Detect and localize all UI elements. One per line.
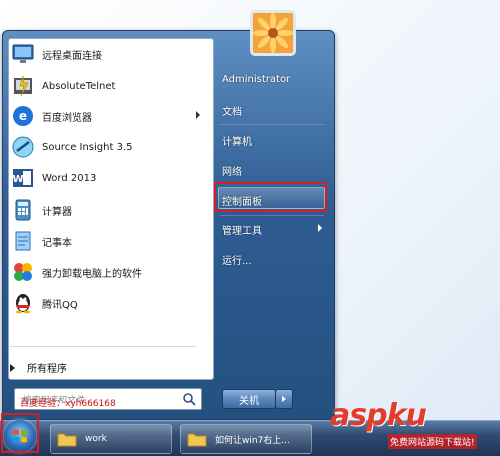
watermark-logo: aspku	[330, 398, 427, 433]
notepad-icon	[10, 228, 36, 254]
all-programs-button[interactable]: 所有程序	[10, 360, 67, 375]
right-item-computer[interactable]: 计算机	[222, 133, 252, 148]
qq-icon	[10, 290, 36, 316]
shutdown-options-button[interactable]	[275, 389, 293, 409]
calculator-icon	[10, 197, 36, 223]
annotation-text: 百度经验：xyh666168	[20, 399, 116, 409]
svg-text:e: e	[19, 109, 27, 123]
program-item-word[interactable]: W Word 2013	[10, 163, 206, 193]
right-item-user[interactable]: Administrator	[222, 74, 290, 85]
program-label: Source Insight 3.5	[42, 141, 133, 153]
flower-icon	[253, 13, 293, 53]
program-label: 远程桌面连接	[42, 50, 102, 62]
word-icon: W	[10, 165, 36, 191]
right-item-network[interactable]: 网络	[222, 163, 242, 178]
program-item-uninstaller[interactable]: 强力卸载电脑上的软件	[10, 257, 206, 287]
program-label: 计算器	[42, 206, 72, 218]
all-programs-label: 所有程序	[27, 364, 67, 375]
watermark-subtitle: 免费网站源码下载站!	[388, 434, 477, 449]
triangle-right-icon	[10, 363, 15, 372]
program-item-source-insight[interactable]: Source Insight 3.5	[10, 132, 206, 162]
right-divider	[220, 124, 324, 125]
program-label: 腾讯QQ	[42, 299, 78, 311]
remote-desktop-icon	[10, 41, 36, 67]
taskbar-item-explorer[interactable]: 如何让win7右上...	[180, 424, 312, 454]
submenu-arrow-icon	[318, 224, 322, 232]
program-label: 记事本	[42, 237, 72, 249]
taskbar-item-work[interactable]: work	[50, 424, 172, 454]
program-item-absolute-telnet[interactable]: AbsoluteTelnet	[10, 71, 206, 101]
arrow-right-icon	[282, 396, 286, 402]
program-item-qq[interactable]: 腾讯QQ	[10, 288, 206, 318]
taskbar-item-label: work	[85, 434, 107, 444]
program-label: 强力卸载电脑上的软件	[42, 268, 142, 280]
program-label: AbsoluteTelnet	[42, 80, 116, 92]
right-divider	[220, 215, 324, 216]
folder-icon	[187, 433, 207, 447]
start-button-highlight-box	[1, 413, 39, 453]
program-list-divider	[10, 346, 196, 347]
program-item-remote-desktop[interactable]: 远程桌面连接	[10, 39, 206, 69]
folder-icon	[57, 433, 77, 447]
shutdown-button[interactable]: 关机	[222, 389, 276, 409]
svg-text:W: W	[12, 174, 23, 185]
user-avatar[interactable]	[250, 10, 296, 56]
baidu-browser-icon: e	[10, 103, 36, 129]
taskbar-item-label: 如何让win7右上...	[215, 435, 290, 446]
right-item-admin-tools[interactable]: 管理工具	[222, 222, 262, 237]
source-insight-icon	[10, 134, 36, 160]
program-label: 百度浏览器	[42, 112, 92, 124]
right-item-documents[interactable]: 文档	[222, 103, 242, 118]
program-label: Word 2013	[42, 172, 97, 184]
program-item-calculator[interactable]: 计算器	[10, 195, 206, 225]
absolute-telnet-icon	[10, 73, 36, 99]
search-icon[interactable]	[181, 391, 197, 407]
program-item-baidu-browser[interactable]: e 百度浏览器	[10, 101, 206, 131]
submenu-arrow-icon	[196, 111, 200, 119]
control-panel-highlight-box	[214, 182, 327, 212]
uninstaller-icon	[10, 259, 36, 285]
program-item-notepad[interactable]: 记事本	[10, 226, 206, 256]
right-item-run[interactable]: 运行...	[222, 252, 252, 267]
